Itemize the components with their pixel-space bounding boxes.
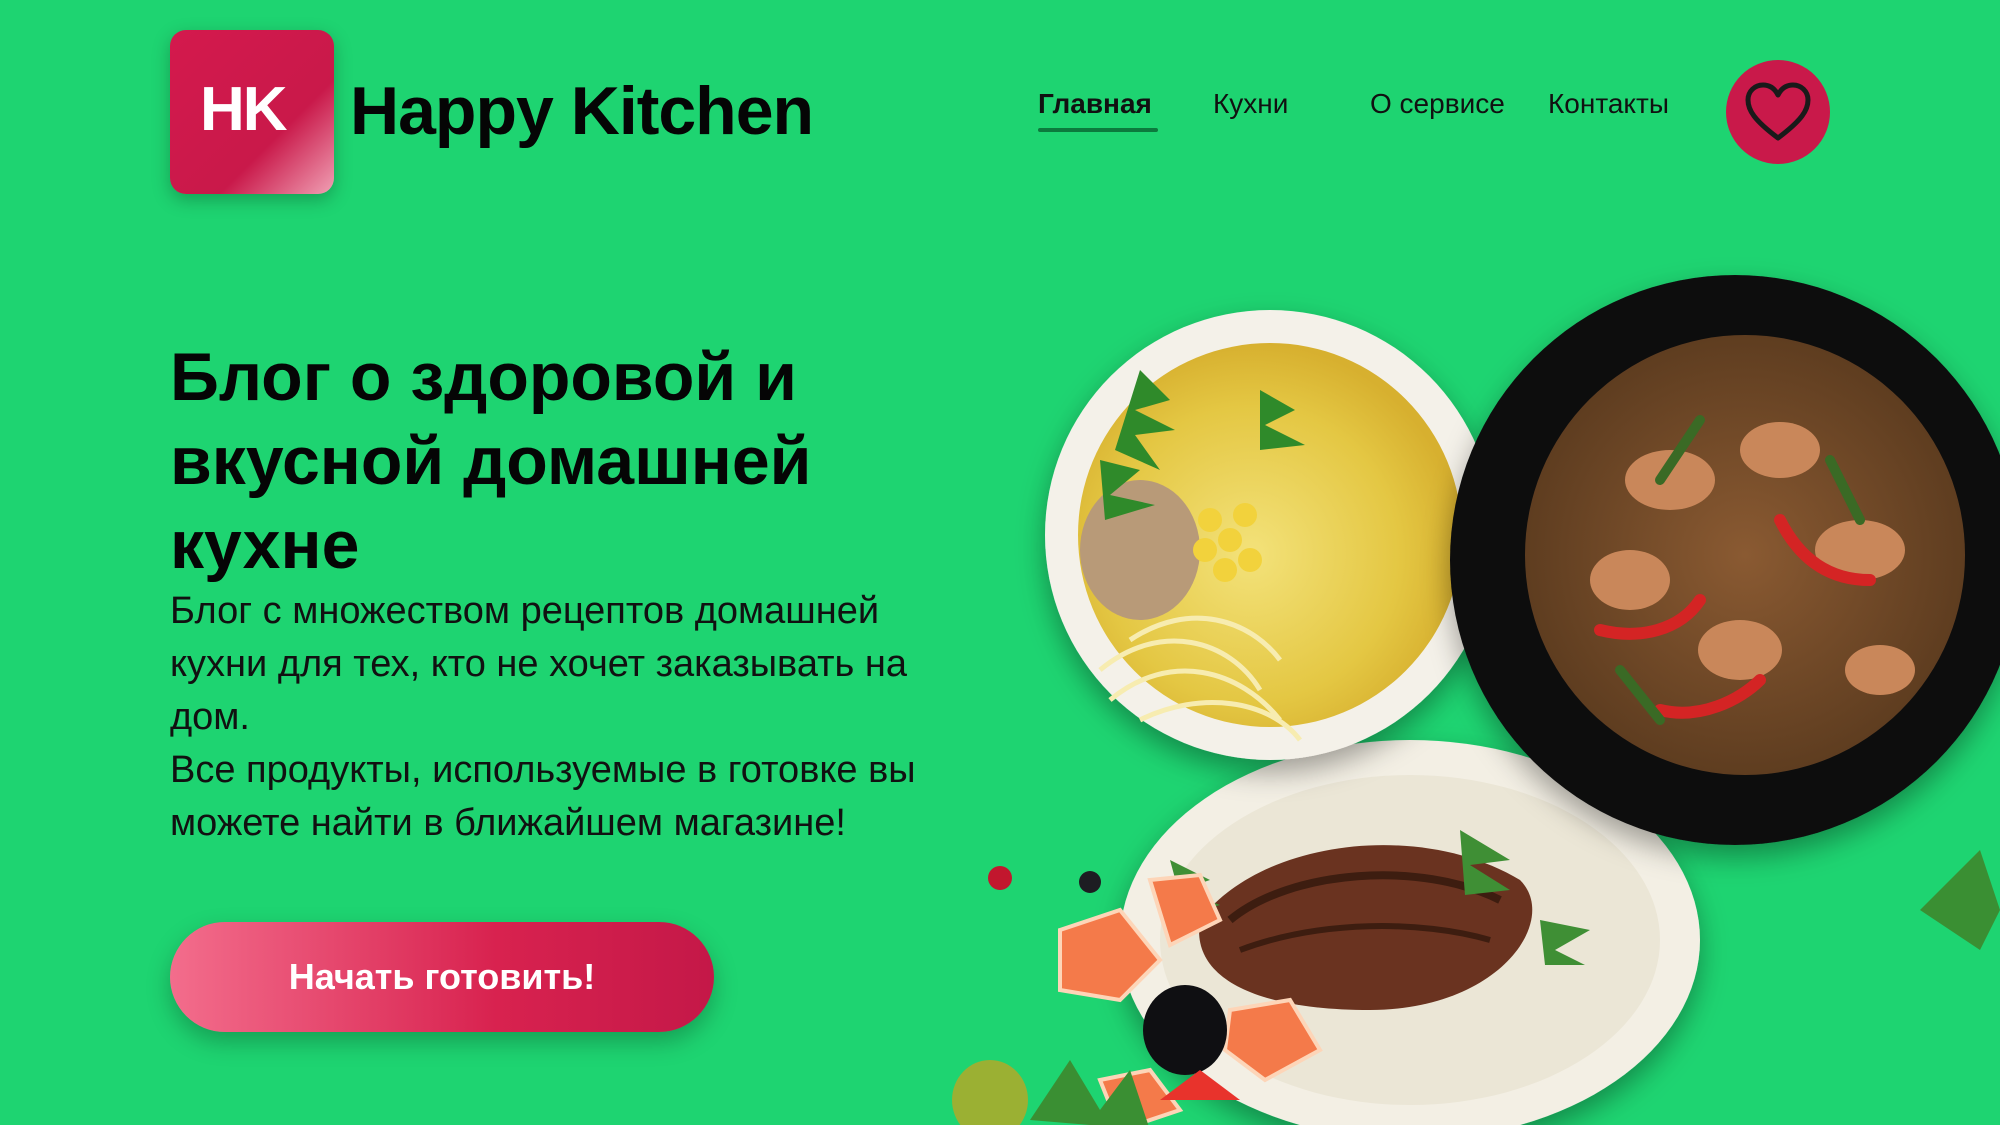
logo-initials: HK — [200, 75, 288, 144]
favorites-button[interactable] — [1726, 60, 1830, 164]
nav-item-cuisines[interactable]: Кухни — [1213, 88, 1288, 120]
active-nav-indicator — [1038, 128, 1158, 132]
brand-name[interactable]: Happy Kitchen — [350, 72, 814, 150]
start-cooking-button[interactable]: Начать готовить! — [170, 922, 714, 1032]
hero-description: Блог с множеством рецептов домашней кухн… — [170, 585, 970, 850]
nav-item-about[interactable]: О сервисе — [1370, 88, 1505, 120]
hero-title: Блог о здоровой и вкусной домашней кухне — [170, 339, 812, 583]
food-plates-image — [952, 275, 2000, 1125]
food-illustration — [900, 220, 2000, 1125]
nav-item-home[interactable]: Главная — [1038, 88, 1152, 120]
heart-icon — [1745, 82, 1811, 141]
hero-description-line-2: Все продукты, используемые в готовке вы … — [170, 749, 916, 844]
hero-description-line-1: Блог с множеством рецептов домашней кухн… — [170, 590, 907, 738]
logo-badge[interactable]: HK — [170, 30, 334, 194]
nav-item-contacts[interactable]: Контакты — [1548, 88, 1669, 120]
